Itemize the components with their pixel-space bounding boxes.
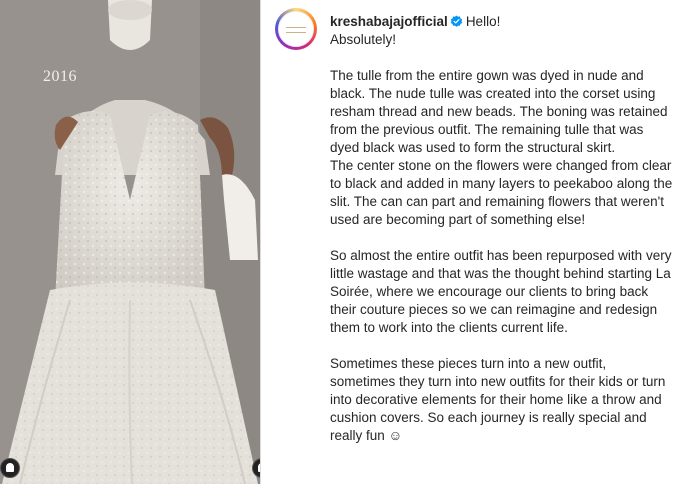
post-photo[interactable]: 2016 [0,0,260,484]
greeting-text: Hello! [465,14,501,29]
photo-year-label: 2016 [43,68,77,85]
verified-badge-icon [450,15,463,27]
divider [260,0,261,484]
caption-paragraph: So almost the entire outfit has been rep… [330,248,672,335]
caption-first-line: Absolutely! [330,32,397,47]
user-tag-icon[interactable] [0,458,20,478]
wedding-gown-illustration [0,0,260,484]
avatar-logo [278,11,314,47]
caption-paragraph: Sometimes these pieces turn into a new o… [330,356,666,443]
caption-paragraph: The tulle from the entire gown was dyed … [330,68,668,155]
username-link[interactable]: kreshabajajofficial [330,14,448,29]
caption: kreshabajajofficial Hello! Absolutely! Th… [330,13,675,445]
caption-header: kreshabajajofficial Hello! [330,13,675,31]
caption-paragraph: The center stone on the flowers were cha… [330,158,673,227]
avatar[interactable] [275,8,317,50]
